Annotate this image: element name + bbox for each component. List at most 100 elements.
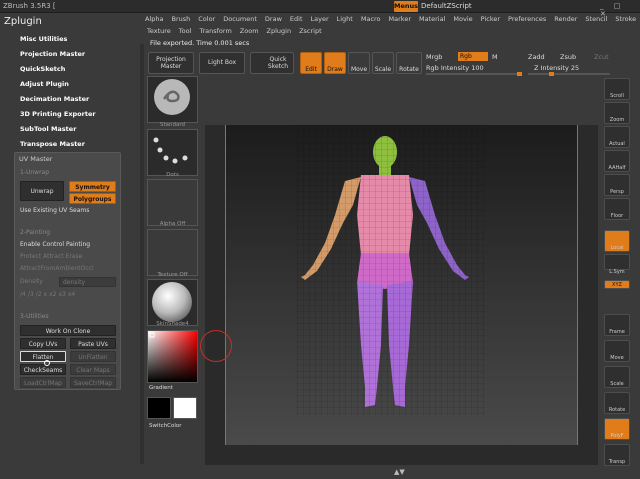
switchcolor-button[interactable]: SwitchColor — [147, 423, 198, 429]
menu-marker[interactable]: Marker — [389, 15, 411, 23]
save-ctrl-map-button[interactable]: SaveCtrlMap — [70, 377, 116, 388]
z-intensity-label: Z Intensity 25 — [534, 64, 580, 72]
plugin-misc-utilities[interactable]: Misc Utilities — [14, 32, 134, 47]
stroke-thumb[interactable] — [147, 129, 198, 176]
clear-maps-button[interactable]: Clear Maps — [70, 364, 116, 375]
stroke-label: Dots — [166, 172, 179, 178]
title-bar: ZBrush 3.5R3 [ Menus DefaultZScript _ □ … — [0, 0, 640, 18]
color-picker[interactable] — [147, 330, 198, 383]
rgb-toggle[interactable]: Rgb — [458, 52, 488, 61]
menu-macro[interactable]: Macro — [361, 15, 381, 23]
brush-label: Standard — [159, 122, 186, 128]
protect-attract-erase[interactable]: Protect Attract Erase — [20, 253, 82, 260]
unwrap-button[interactable]: Unwrap — [20, 181, 64, 201]
material-thumb[interactable] — [147, 279, 198, 326]
density-div3[interactable]: /3 — [28, 291, 34, 301]
z-intensity-slider[interactable] — [528, 73, 610, 75]
move-mode-button[interactable]: Move — [348, 52, 370, 74]
rotate-mode-button[interactable]: Rotate — [396, 52, 422, 74]
brush-thumb[interactable] — [147, 76, 198, 123]
menu-material[interactable]: Material — [419, 15, 445, 23]
brush-cursor-ring — [200, 330, 232, 362]
work-on-clone-button[interactable]: Work On Clone — [20, 325, 116, 336]
menu-draw[interactable]: Draw — [265, 15, 282, 23]
density-x2[interactable]: x2 — [49, 291, 56, 301]
plugin-adjust[interactable]: Adjust Plugin — [14, 77, 134, 92]
menu-movie[interactable]: Movie — [453, 15, 472, 23]
texture-thumb[interactable] — [147, 229, 198, 276]
menu-transform[interactable]: Transform — [199, 27, 231, 35]
menu-stencil[interactable]: Stencil — [585, 15, 607, 23]
unflatten-button[interactable]: UnFlatten — [70, 351, 116, 362]
polygroups-toggle[interactable]: Polygroups — [69, 193, 116, 204]
main-color-swatch[interactable] — [173, 397, 197, 419]
density-div2[interactable]: /2 — [36, 291, 42, 301]
use-existing-uv-seams-toggle[interactable]: Use Existing UV Seams — [20, 207, 89, 214]
menu-layer[interactable]: Layer — [311, 15, 329, 23]
mrgb-toggle[interactable]: Mrgb — [426, 53, 442, 61]
menu-tool[interactable]: Tool — [179, 27, 192, 35]
menu-document[interactable]: Document — [223, 15, 257, 23]
left-panel-scrollbar[interactable] — [140, 44, 144, 464]
enable-control-painting-toggle[interactable]: Enable Control Painting — [20, 241, 90, 248]
density-x3[interactable]: x3 — [58, 291, 65, 301]
menu-render[interactable]: Render — [554, 15, 577, 23]
section-utilities: 3-Utilities — [20, 313, 49, 320]
plugin-decimation-master[interactable]: Decimation Master — [14, 92, 134, 107]
scale-mode-button[interactable]: Scale — [372, 52, 394, 74]
bottom-tray-toggle-icon[interactable]: ▲▼ — [394, 468, 405, 476]
floor-label: Floor — [610, 213, 624, 219]
xyz-button[interactable]: XYZ — [604, 280, 630, 289]
menu-stroke[interactable]: Stroke — [615, 15, 636, 23]
menu-edit[interactable]: Edit — [290, 15, 303, 23]
symmetry-toggle[interactable]: Symmetry — [69, 181, 116, 192]
scroll-label: Scroll — [610, 93, 624, 99]
check-seams-button[interactable]: CheckSeams — [20, 364, 66, 375]
density-div4[interactable]: /4 — [20, 291, 26, 301]
menu-color[interactable]: Color — [198, 15, 215, 23]
script-name[interactable]: DefaultZScript — [421, 2, 472, 10]
viewport-canvas[interactable] — [225, 125, 578, 445]
menu-texture[interactable]: Texture — [147, 27, 171, 35]
lsym-button[interactable] — [604, 254, 630, 270]
plugin-projection-master[interactable]: Projection Master — [14, 47, 134, 62]
alpha-thumb[interactable] — [147, 179, 198, 226]
edit-mode-button[interactable]: Edit — [300, 52, 322, 74]
paste-uvs-button[interactable]: Paste UVs — [70, 338, 116, 349]
menus-button[interactable]: Menus — [394, 1, 418, 12]
quick-sketch-button[interactable]: Quick Sketch — [250, 52, 294, 74]
secondary-color-swatch[interactable] — [147, 397, 171, 419]
zadd-toggle[interactable]: Zadd — [528, 53, 545, 61]
density-x4[interactable]: x4 — [68, 291, 75, 301]
flatten-button[interactable]: Flatten — [20, 351, 66, 362]
projection-master-button[interactable]: Projection Master — [148, 52, 194, 74]
lightbox-button[interactable]: Light Box — [199, 52, 245, 74]
menu-brush[interactable]: Brush — [171, 15, 190, 23]
plugin-quicksketch[interactable]: QuickSketch — [14, 62, 134, 77]
menu-light[interactable]: Light — [337, 15, 353, 23]
plugin-subtool-master[interactable]: SubTool Master — [14, 122, 134, 137]
uv-master-title[interactable]: UV Master — [19, 155, 52, 163]
plugin-transpose-master[interactable]: Transpose Master — [14, 137, 134, 152]
zsub-toggle[interactable]: Zsub — [560, 53, 576, 61]
attract-from-ao-button[interactable]: AttractFromAmbientOccl — [20, 265, 94, 272]
rgb-intensity-knob[interactable] — [517, 72, 522, 76]
z-intensity-knob[interactable] — [548, 72, 554, 76]
menu-alpha[interactable]: Alpha — [145, 15, 163, 23]
menu-zscript[interactable]: Zscript — [299, 27, 322, 35]
menu-zoom[interactable]: Zoom — [240, 27, 259, 35]
zcut-toggle[interactable]: Zcut — [594, 53, 609, 61]
rgb-intensity-slider[interactable] — [426, 73, 522, 75]
m-toggle[interactable]: M — [492, 53, 498, 61]
density-slider[interactable]: density — [59, 277, 116, 287]
draw-mode-button[interactable]: Draw — [324, 52, 346, 74]
menu-zplugin[interactable]: Zplugin — [267, 27, 292, 35]
copy-uvs-button[interactable]: Copy UVs — [20, 338, 66, 349]
plugin-3d-printing-exporter[interactable]: 3D Printing Exporter — [14, 107, 134, 122]
load-ctrl-map-button[interactable]: LoadCtrlMap — [20, 377, 66, 388]
menu-preferences[interactable]: Preferences — [508, 15, 546, 23]
menu-picker[interactable]: Picker — [481, 15, 500, 23]
density-x[interactable]: x — [44, 291, 48, 301]
window-controls[interactable]: _ □ ✕ — [600, 2, 636, 18]
zplugin-title[interactable]: Zplugin — [4, 16, 42, 27]
